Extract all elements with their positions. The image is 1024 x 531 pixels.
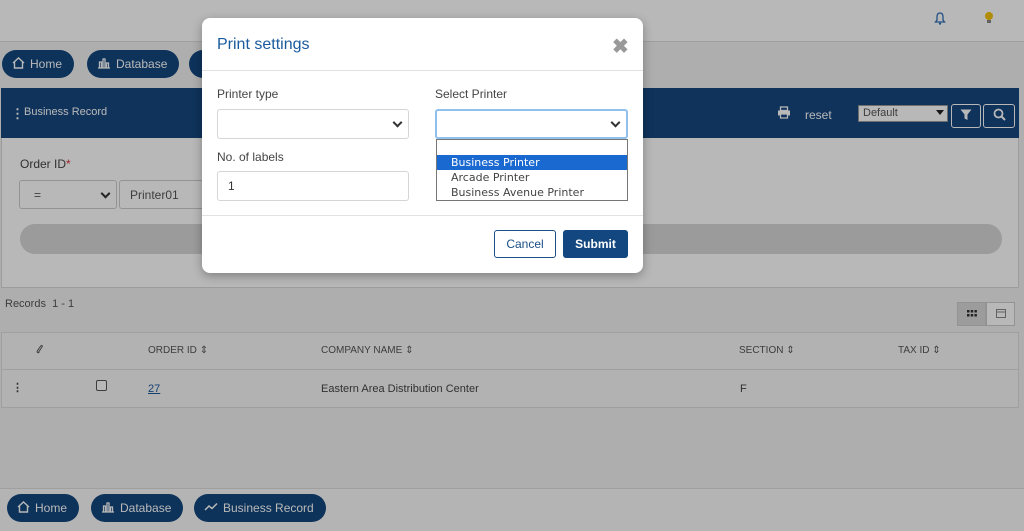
chevron-down-icon bbox=[610, 117, 621, 128]
select-printer-select[interactable] bbox=[435, 109, 628, 139]
printer-dropdown-list: Business Printer Arcade Printer Business… bbox=[436, 139, 628, 201]
select-printer-label: Select Printer bbox=[435, 87, 508, 101]
printer-option-empty[interactable] bbox=[437, 140, 627, 155]
printer-type-label: Printer type bbox=[217, 87, 279, 101]
printer-type-select[interactable] bbox=[217, 109, 409, 139]
dialog-title: Print settings bbox=[217, 36, 310, 53]
labels-count-value: 1 bbox=[228, 179, 235, 193]
divider bbox=[202, 70, 643, 71]
printer-option-arcade[interactable]: Arcade Printer bbox=[437, 170, 627, 185]
divider bbox=[202, 215, 643, 216]
printer-option-business-avenue[interactable]: Business Avenue Printer bbox=[437, 185, 627, 200]
submit-button[interactable]: Submit bbox=[563, 230, 628, 258]
labels-count-input[interactable]: 1 bbox=[217, 171, 409, 201]
chevron-down-icon bbox=[392, 117, 403, 128]
printer-option-business[interactable]: Business Printer bbox=[437, 155, 627, 170]
close-icon[interactable]: ✖ bbox=[612, 34, 629, 59]
labels-count-label: No. of labels bbox=[217, 150, 284, 164]
cancel-button[interactable]: Cancel bbox=[494, 230, 556, 258]
